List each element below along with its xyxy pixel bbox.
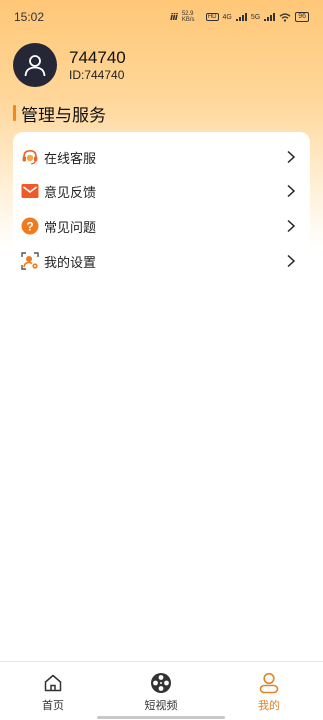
status-icons: ⅲ 52.9 KB/s HD 4G 5G 96 bbox=[170, 11, 309, 23]
app-notification-icon: ⅲ bbox=[169, 11, 178, 22]
chevron-right-icon bbox=[287, 254, 296, 268]
status-bar: 15:02 ⅲ 52.9 KB/s HD 4G 5G 96 bbox=[0, 0, 323, 34]
net-speed: 52.9 KB/s bbox=[181, 11, 195, 23]
chevron-right-icon bbox=[287, 184, 296, 198]
bottom-tab-bar: 首页 短视频 我的 bbox=[0, 661, 323, 720]
user-icon bbox=[258, 672, 280, 694]
menu-item-faq[interactable]: ? 常见问题 bbox=[13, 209, 310, 243]
mail-icon bbox=[21, 182, 39, 200]
menu-item-settings[interactable]: 我的设置 bbox=[13, 244, 310, 278]
home-icon bbox=[42, 672, 64, 694]
sim1-label: 4G bbox=[222, 13, 232, 21]
menu-item-label: 常见问题 bbox=[44, 219, 97, 235]
menu-item-label: 我的设置 bbox=[44, 254, 97, 270]
film-reel-icon bbox=[150, 672, 172, 694]
status-time: 15:02 bbox=[14, 10, 45, 24]
signal-icon bbox=[235, 13, 247, 21]
tab-mine[interactable]: 我的 bbox=[229, 662, 309, 718]
battery-icon: 96 bbox=[295, 12, 309, 22]
service-card: 在线客服 意见反馈 ? 常见问题 我的设置 bbox=[13, 132, 310, 282]
sim2-label: 5G bbox=[250, 13, 261, 21]
menu-item-feedback[interactable]: 意见反馈 bbox=[13, 174, 310, 208]
username: 744740 bbox=[69, 47, 126, 67]
profile-header[interactable]: 744740 ID:744740 bbox=[13, 43, 126, 87]
chevron-right-icon bbox=[287, 219, 296, 233]
tab-label: 短视频 bbox=[144, 700, 178, 712]
section-accent-bar bbox=[13, 105, 16, 121]
tab-label: 首页 bbox=[42, 700, 64, 712]
home-indicator[interactable] bbox=[97, 716, 225, 719]
question-icon: ? bbox=[21, 217, 39, 235]
tab-home[interactable]: 首页 bbox=[13, 662, 93, 718]
headset-icon bbox=[21, 148, 39, 166]
tab-short-video[interactable]: 短视频 bbox=[121, 662, 201, 718]
menu-item-label: 在线客服 bbox=[44, 150, 97, 166]
tab-label: 我的 bbox=[258, 700, 280, 712]
signal-icon bbox=[264, 13, 276, 21]
wifi-icon bbox=[279, 12, 291, 22]
menu-item-label: 意见反馈 bbox=[44, 184, 97, 200]
hd-icon: HD bbox=[205, 13, 219, 21]
chevron-right-icon bbox=[287, 150, 296, 164]
user-id: ID:744740 bbox=[69, 67, 125, 82]
menu-item-online-service[interactable]: 在线客服 bbox=[13, 140, 310, 174]
settings-user-icon bbox=[21, 252, 39, 270]
section-title-text: 管理与服务 bbox=[21, 105, 106, 125]
user-avatar-icon bbox=[24, 55, 46, 77]
svg-text:?: ? bbox=[26, 219, 33, 233]
section-title: 管理与服务 bbox=[13, 103, 106, 125]
avatar[interactable] bbox=[13, 43, 57, 87]
